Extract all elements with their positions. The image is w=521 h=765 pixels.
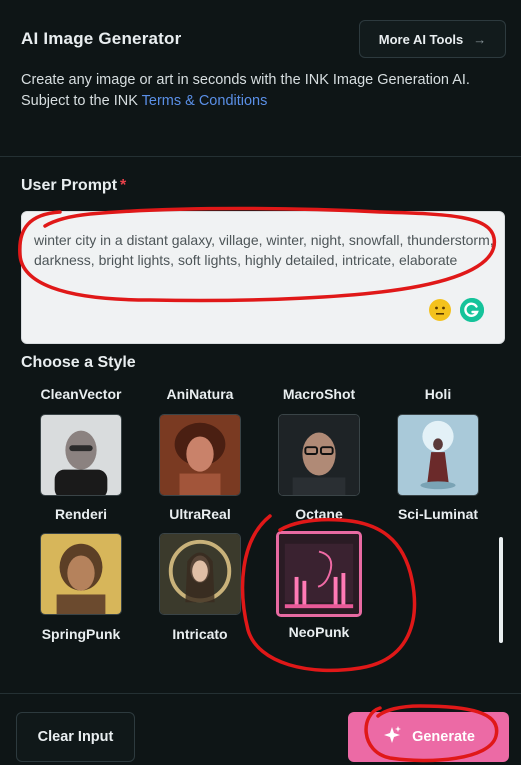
style-thumbnail[interactable] [397,414,479,496]
style-name: AniNatura [166,386,234,402]
style-name: MacroShot [282,386,356,402]
styles-scrollbar-thumb[interactable] [499,537,503,643]
clear-input-button[interactable]: Clear Input [16,712,135,762]
generate-button[interactable]: Generate [348,712,509,762]
style-name: Sci-Luminat [397,506,479,522]
style-thumbnail[interactable] [40,533,122,615]
style-name: Renderi [54,506,108,522]
terms-link[interactable]: Terms & Conditions [142,93,268,109]
app-title: AI Image Generator [21,29,182,48]
style-name: CleanVector [40,386,122,402]
style-name-selected: NeoPunk [288,624,350,640]
style-name: SpringPunk [41,626,121,642]
style-thumbnail[interactable] [278,414,360,496]
style-name: Intricato [172,626,228,642]
style-thumbnail[interactable] [159,533,241,615]
style-thumbnail[interactable] [40,414,122,496]
description-line: Create any image or art in seconds with … [21,72,470,88]
description: Create any image or art in seconds with … [21,70,511,111]
header: AI Image Generator More AI Tools → Creat… [0,0,521,157]
grammarly-icon[interactable] [460,298,484,322]
style-thumbnail-selected[interactable] [276,531,362,617]
arrow-right-icon: → [473,31,487,47]
emoji-icon[interactable] [429,299,451,321]
style-name: UltraReal [169,506,231,522]
terms-line: Subject to the INK Terms & Conditions [21,91,511,112]
more-ai-tools-label: More AI Tools [378,31,464,47]
style-name: Holi [424,386,452,402]
style-name: Octane [295,506,343,522]
prompt-text[interactable]: winter city in a distant galaxy, village… [34,230,494,270]
prompt-textarea[interactable]: winter city in a distant galaxy, village… [21,211,505,344]
choose-style-label: Choose a Style [21,354,136,371]
style-thumbnail[interactable] [159,414,241,496]
footer: Clear Input Generate [0,693,521,765]
required-marker: * [120,177,127,194]
sparkle-icon [382,725,402,749]
generate-label: Generate [412,729,475,745]
prompt-label: User Prompt * [21,177,126,195]
more-ai-tools-button[interactable]: More AI Tools → [359,20,506,58]
terms-prefix: Subject to the INK [21,92,142,109]
prompt-label-text: User Prompt [21,177,118,194]
